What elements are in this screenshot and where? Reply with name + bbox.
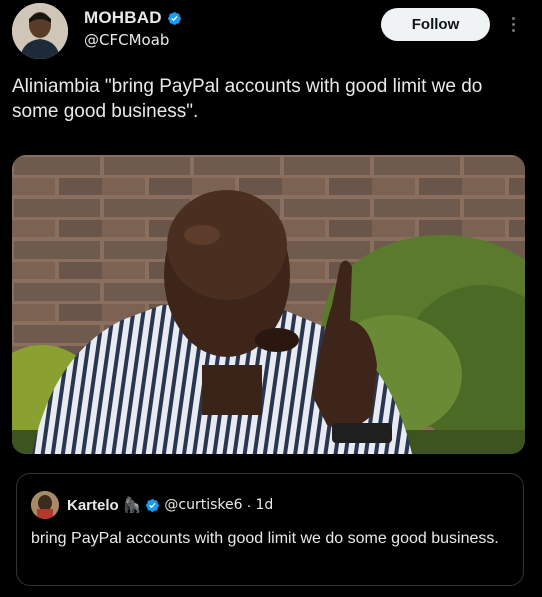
quoted-author-row: Kartelo 🦍 @curtiske6 · 1d: [67, 496, 274, 515]
follow-button[interactable]: Follow: [381, 8, 490, 41]
post-text: Aliniambia "bring PayPal accounts with g…: [12, 76, 483, 122]
gorilla-emoji-icon: 🦍: [122, 497, 142, 514]
author-name-row: MOHBAD: [84, 8, 182, 28]
separator-dot: ·: [246, 496, 252, 514]
quoted-handle[interactable]: @curtiske6: [164, 497, 242, 513]
quoted-avatar[interactable]: [31, 491, 59, 519]
quoted-display-name[interactable]: Kartelo: [67, 497, 119, 514]
author-display-name[interactable]: MOHBAD: [84, 8, 162, 28]
quoted-text: bring PayPal accounts with good limit we…: [31, 530, 499, 547]
more-options-icon[interactable]: [506, 12, 520, 36]
post-image[interactable]: [12, 155, 525, 454]
quoted-post[interactable]: Kartelo 🦍 @curtiske6 · 1d bring PayPal a…: [16, 473, 524, 586]
quoted-timestamp[interactable]: 1d: [256, 497, 274, 513]
verified-badge-icon: [167, 11, 181, 25]
verified-badge-icon: [146, 498, 160, 512]
author-handle[interactable]: @CFCMoab: [84, 31, 169, 49]
avatar[interactable]: [12, 3, 68, 59]
